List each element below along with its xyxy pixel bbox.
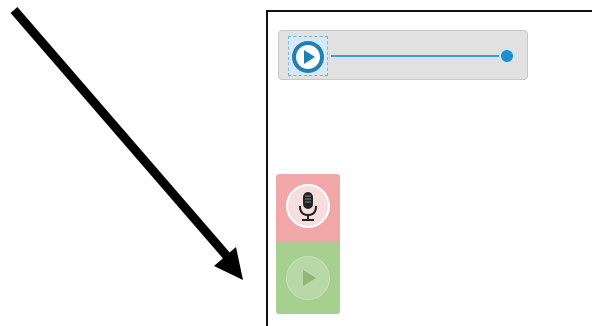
app-panel xyxy=(266,10,592,326)
playback-button[interactable] xyxy=(276,242,340,314)
record-button[interactable] xyxy=(276,174,340,242)
progress-track[interactable] xyxy=(331,55,507,57)
microphone-icon xyxy=(299,192,317,221)
play-button[interactable] xyxy=(288,36,328,76)
play-icon xyxy=(303,270,316,286)
progress-thumb[interactable] xyxy=(497,46,517,66)
playback-button-circle xyxy=(286,256,330,300)
screenshot-stage xyxy=(0,0,592,326)
record-button-circle xyxy=(286,184,330,228)
audio-player xyxy=(278,30,528,80)
play-icon xyxy=(292,41,324,73)
